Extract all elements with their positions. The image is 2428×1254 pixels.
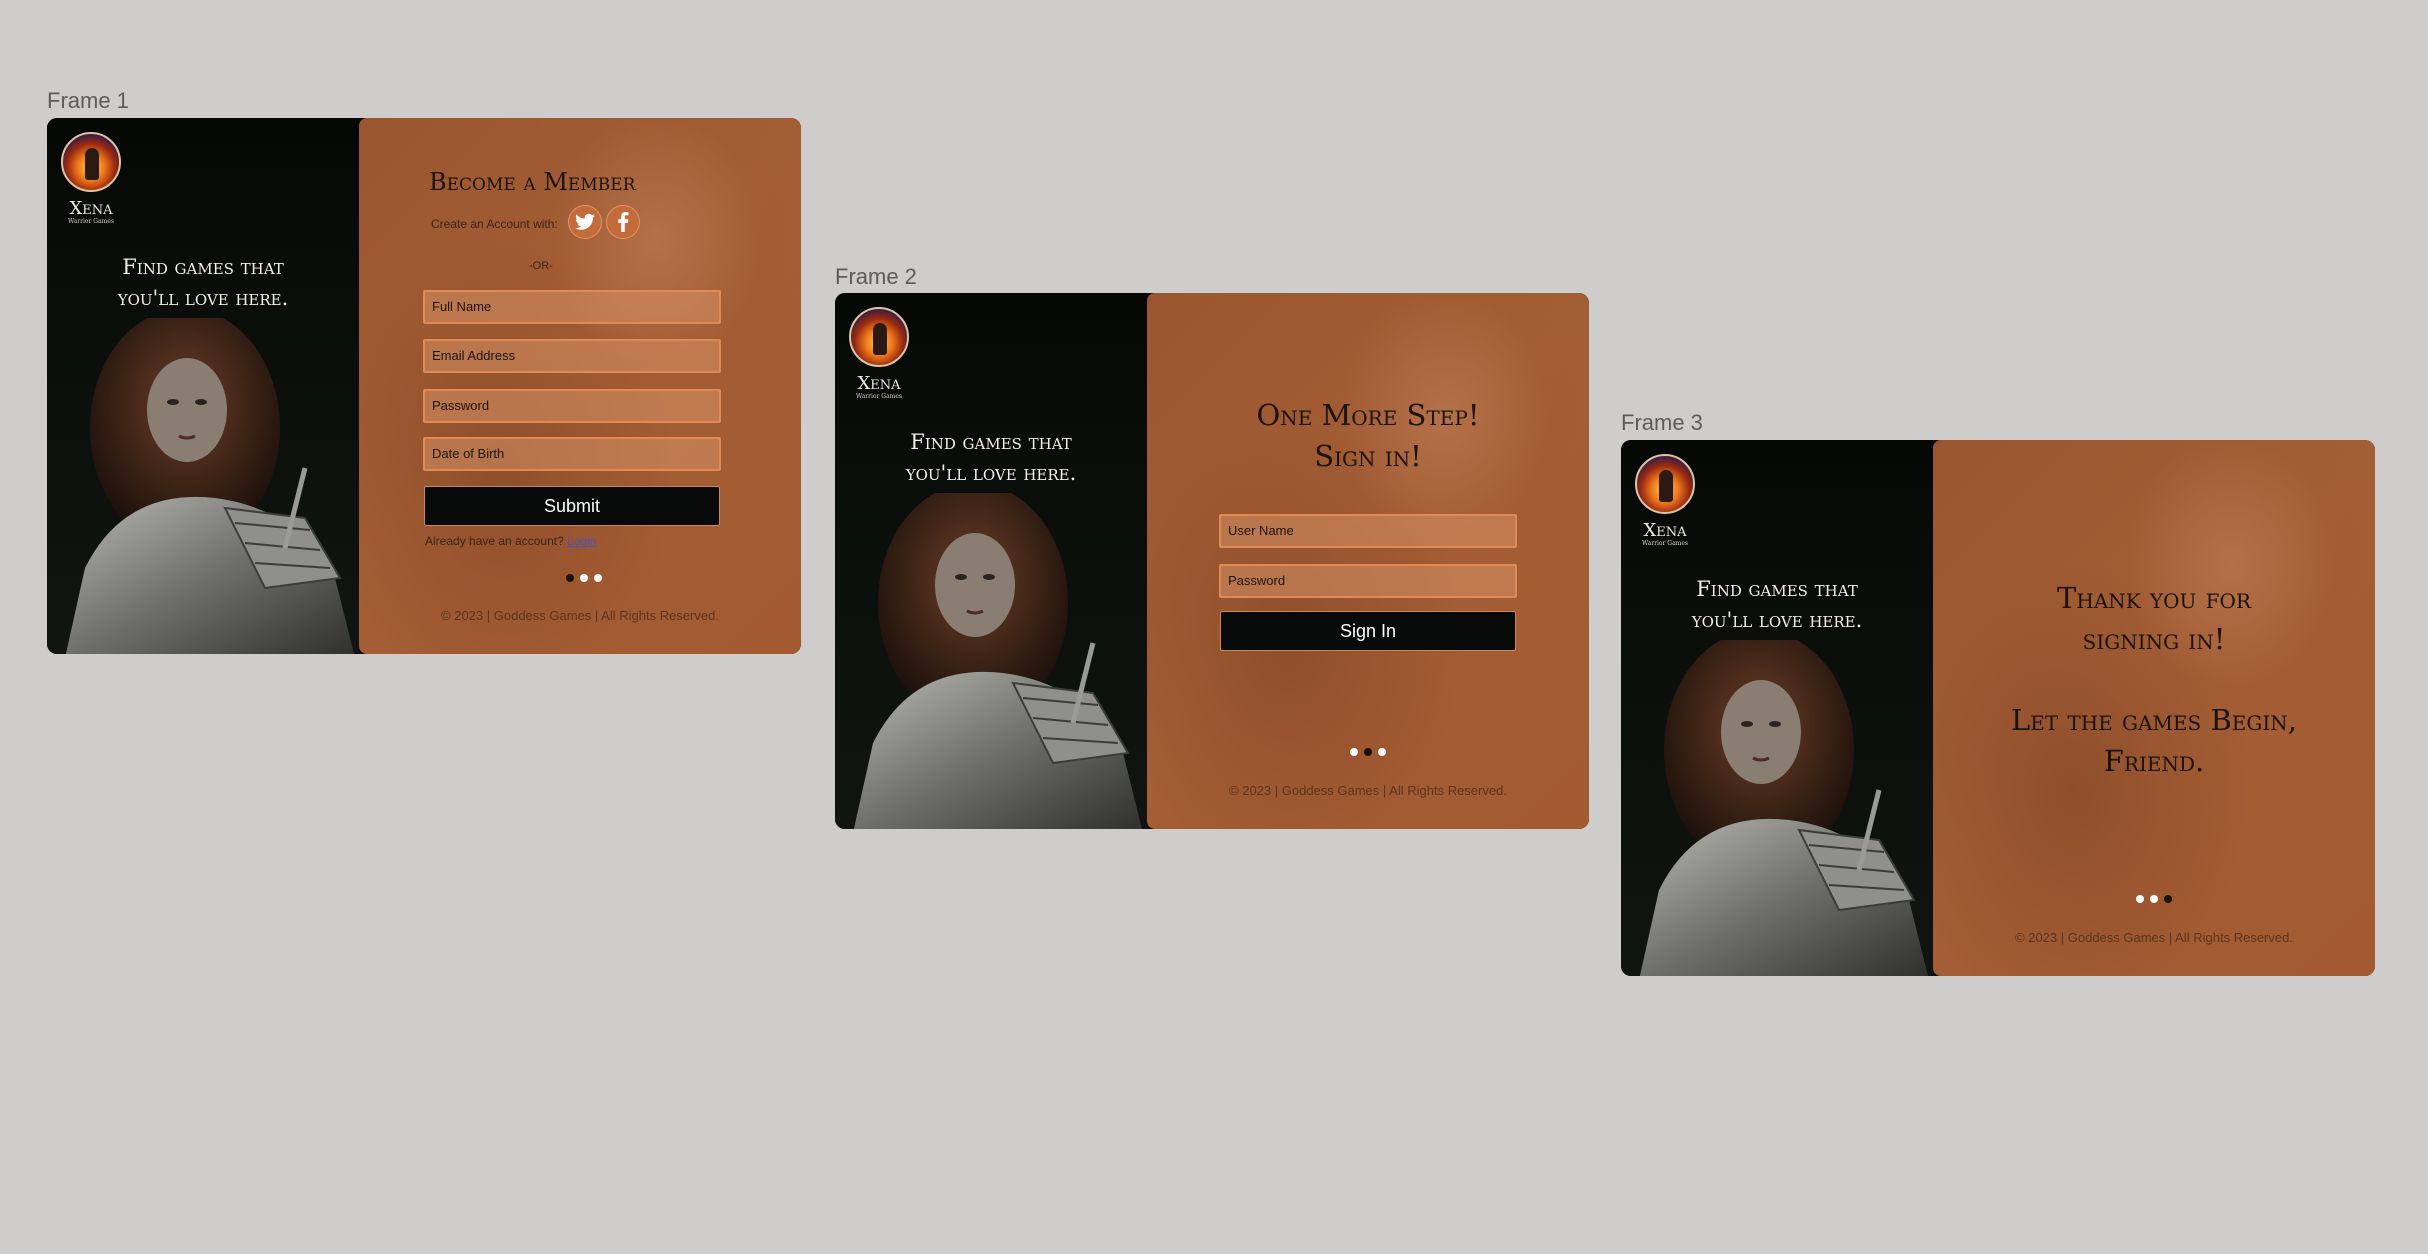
xena-logo xyxy=(61,132,121,192)
brand-subtitle: Warrior Games xyxy=(68,218,114,225)
warrior-illustration xyxy=(65,318,354,654)
step-indicator xyxy=(566,574,602,582)
frame-1-signup: Xena Warrior Games Find games that you'l… xyxy=(47,118,801,654)
facebook-icon xyxy=(618,212,629,232)
tagline: Find games that you'll love here. xyxy=(905,430,1077,485)
frame-2-label: Frame 2 xyxy=(835,264,917,289)
sign-in-button[interactable]: Sign In xyxy=(1220,611,1516,651)
welcome-panel: Thank you for signing in! Let the games … xyxy=(1933,440,2375,976)
step-dot-2[interactable] xyxy=(580,574,588,582)
step-dot-1[interactable] xyxy=(2136,895,2144,903)
step-dot-1[interactable] xyxy=(1350,748,1358,756)
brand-name: Xena xyxy=(857,373,901,394)
brand-panel: Xena Warrior Games Find games that you'l… xyxy=(835,293,1147,829)
step-dot-3[interactable] xyxy=(2164,895,2172,903)
warrior-illustration xyxy=(853,493,1142,829)
brand-panel: Xena Warrior Games Find games that you'l… xyxy=(47,118,359,654)
username-input[interactable]: User Name xyxy=(1219,514,1517,548)
thank-you-message: Thank you for signing in! Let the games … xyxy=(2011,581,2297,778)
footer-copyright: © 2023 | Goddess Games | All Rights Rese… xyxy=(1229,783,1507,798)
signin-panel: One More Step! Sign in! User Name Passwo… xyxy=(1147,293,1589,829)
signup-panel: Become a Member Create an Account with: … xyxy=(359,118,801,654)
submit-button[interactable]: Submit xyxy=(424,486,720,526)
footer-copyright: © 2023 | Goddess Games | All Rights Rese… xyxy=(2015,930,2293,945)
facebook-button[interactable] xyxy=(606,205,640,239)
xena-logo xyxy=(849,307,909,367)
email-input[interactable]: Email Address xyxy=(423,339,721,373)
brand-subtitle: Warrior Games xyxy=(856,393,902,400)
twitter-button[interactable] xyxy=(568,205,602,239)
already-account-text: Already have an account? Login xyxy=(425,534,597,548)
tagline: Find games that you'll love here. xyxy=(1691,577,1863,632)
frame-2-signin: Xena Warrior Games Find games that you'l… xyxy=(835,293,1589,829)
create-account-label: Create an Account with: xyxy=(431,217,558,231)
frame-3-label: Frame 3 xyxy=(1621,410,1703,435)
brand-panel: Xena Warrior Games Find games that you'l… xyxy=(1621,440,1933,976)
step-dot-1[interactable] xyxy=(566,574,574,582)
step-indicator xyxy=(1350,748,1386,756)
step-dot-3[interactable] xyxy=(1378,748,1386,756)
frame-1-label: Frame 1 xyxy=(47,88,129,113)
date-of-birth-input[interactable]: Date of Birth xyxy=(423,437,721,471)
password-input[interactable]: Password xyxy=(1219,564,1517,598)
tagline: Find games that you'll love here. xyxy=(117,255,289,310)
footer-copyright: © 2023 | Goddess Games | All Rights Rese… xyxy=(441,608,719,623)
brand-name: Xena xyxy=(1643,520,1687,541)
warrior-illustration xyxy=(1639,640,1928,976)
password-input[interactable]: Password xyxy=(423,389,721,423)
full-name-input[interactable]: Full Name xyxy=(423,290,721,324)
step-indicator xyxy=(2136,895,2172,903)
step-dot-3[interactable] xyxy=(594,574,602,582)
step-dot-2[interactable] xyxy=(1364,748,1372,756)
page-title: One More Step! Sign in! xyxy=(1256,398,1480,473)
page-title: Become a Member xyxy=(429,168,636,196)
brand-name: Xena xyxy=(69,198,113,219)
brand-subtitle: Warrior Games xyxy=(1642,540,1688,547)
login-link[interactable]: Login xyxy=(567,534,596,548)
twitter-icon xyxy=(575,213,595,230)
xena-logo xyxy=(1635,454,1695,514)
frame-3-welcome: Xena Warrior Games Find games that you'l… xyxy=(1621,440,2375,976)
step-dot-2[interactable] xyxy=(2150,895,2158,903)
